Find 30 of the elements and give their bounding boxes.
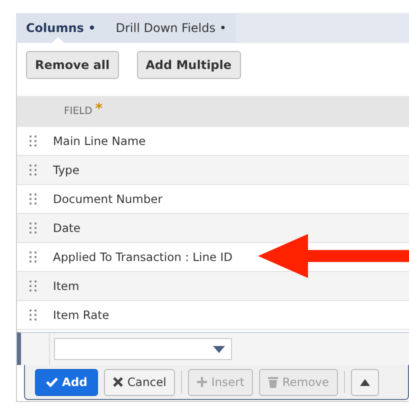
- drag-handle-icon[interactable]: [29, 135, 37, 147]
- drag-handle-icon[interactable]: [29, 164, 37, 176]
- plus-icon: [197, 377, 208, 387]
- drag-handle-icon[interactable]: [29, 309, 37, 321]
- drag-handle-icon[interactable]: [29, 222, 37, 234]
- check-icon: [46, 377, 58, 387]
- add-button[interactable]: Add: [35, 368, 98, 396]
- drag-handle-icon[interactable]: [29, 280, 37, 292]
- action-button[interactable]: Remove all: [26, 51, 119, 79]
- cancel-button[interactable]: Cancel: [104, 368, 176, 396]
- table-cell: Item Rate: [53, 308, 110, 322]
- drag-handle-icon[interactable]: [29, 251, 37, 263]
- tab[interactable]: Drill Down Fields •: [106, 13, 236, 43]
- action-button[interactable]: Add Multiple: [136, 51, 241, 79]
- required-mark: *: [95, 101, 103, 117]
- table-cell: Item: [53, 279, 80, 293]
- tab[interactable]: Columns •: [16, 13, 106, 43]
- column-header: FIELD: [64, 106, 92, 117]
- table-cell: Type: [53, 163, 80, 177]
- table-cell: Date: [53, 221, 80, 235]
- trash-icon: [268, 376, 278, 388]
- drag-handle-icon[interactable]: [29, 193, 37, 205]
- close-icon: [113, 377, 124, 387]
- table-cell: Applied To Transaction : Line ID: [53, 250, 232, 264]
- table-cell: Main Line Name: [53, 134, 146, 148]
- caret-icon: [213, 346, 225, 353]
- table-cell: Document Number: [53, 192, 162, 206]
- field-dropdown[interactable]: [54, 338, 232, 360]
- up-button[interactable]: [351, 368, 379, 396]
- up-arrow-icon: [360, 378, 370, 386]
